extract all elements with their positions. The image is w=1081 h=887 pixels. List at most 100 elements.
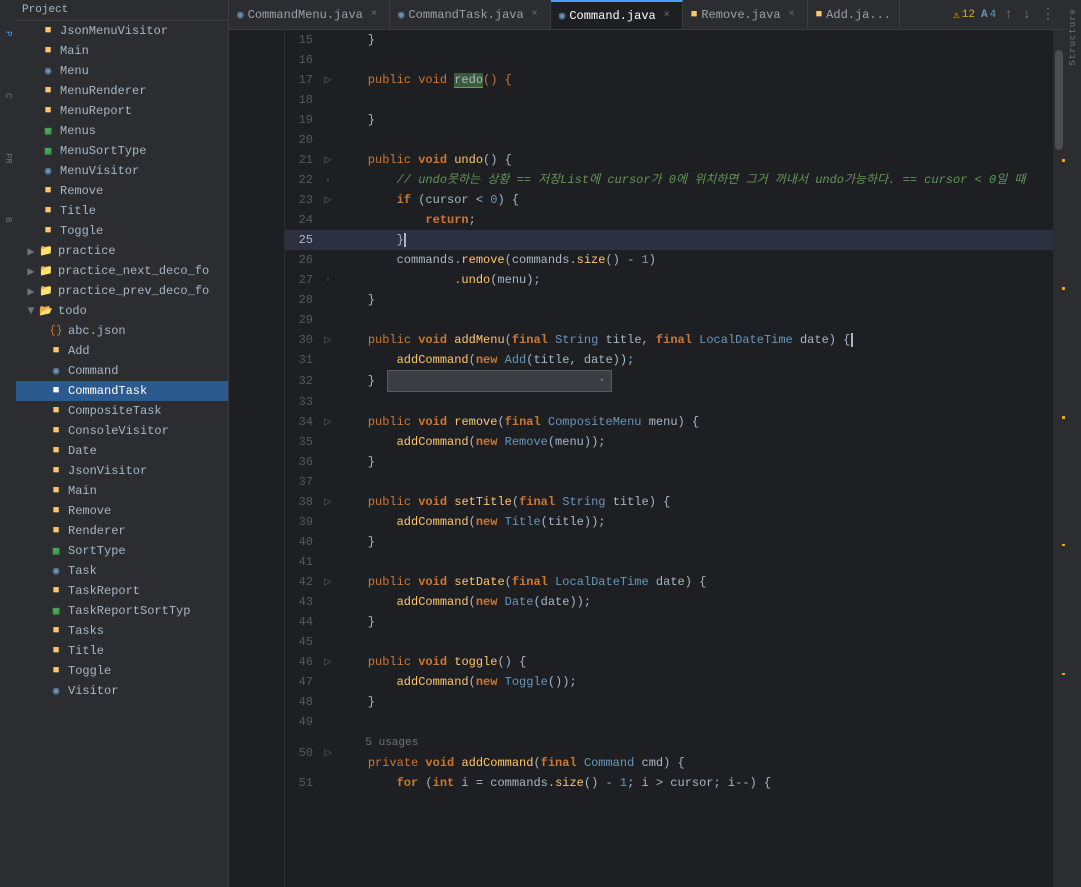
- line-content: [335, 310, 1053, 330]
- scrollbar-thumb[interactable]: [1055, 50, 1063, 150]
- tree-item-practice[interactable]: ▶ 📁 practice: [16, 241, 228, 261]
- line-content: }: [335, 612, 1053, 632]
- line-content: }: [335, 532, 1053, 552]
- fold-gutter: [321, 110, 335, 130]
- fold-gutter: [321, 472, 335, 492]
- tree-item-remove2[interactable]: ■ Remove: [16, 501, 228, 521]
- warning-badge[interactable]: ⚠ 12: [953, 8, 975, 22]
- tree-item-title[interactable]: ■ Title: [16, 201, 228, 221]
- line-content: [335, 130, 1053, 150]
- line-content: public void setDate(final LocalDateTime …: [335, 572, 1053, 592]
- line-num: 16: [285, 50, 321, 70]
- line-content: addCommand(new Remove(menu));: [335, 432, 1053, 452]
- fold-gutter: [321, 50, 335, 70]
- line-num: 33: [285, 392, 321, 412]
- tab-command[interactable]: ◉ Command.java ×: [551, 0, 683, 30]
- tree-item-menureport[interactable]: ■ MenuReport: [16, 101, 228, 121]
- tree-item-abc-json[interactable]: {} abc.json: [16, 321, 228, 341]
- line-row: 47 addCommand(new Toggle());: [285, 672, 1053, 692]
- tab-commandmenu[interactable]: ◉ CommandMenu.java ×: [229, 0, 390, 30]
- interface-icon: ◉: [48, 363, 64, 379]
- commit-panel-toggle[interactable]: C: [1, 66, 15, 126]
- tree-item-add[interactable]: ■ Add: [16, 341, 228, 361]
- line-row: 43 addCommand(new Date(date));: [285, 592, 1053, 612]
- tree-item-menu[interactable]: ◉ Menu: [16, 61, 228, 81]
- line-row: 36 }: [285, 452, 1053, 472]
- tree-item-main2[interactable]: ■ Main: [16, 481, 228, 501]
- tree-item-compositetask[interactable]: ■ CompositeTask: [16, 401, 228, 421]
- fold-gutter: [321, 230, 335, 250]
- tab-close-remove[interactable]: ×: [785, 8, 799, 22]
- line-row: 23 ▷ if (cursor < 0) {: [285, 190, 1053, 210]
- tree-item-commandtask[interactable]: ■ CommandTask: [16, 381, 228, 401]
- tab-label-remove: Remove.java: [701, 8, 780, 22]
- item-label: MenuRenderer: [60, 84, 146, 98]
- line-row: 17 ▷ public void redo() {: [285, 70, 1053, 90]
- item-label: Tasks: [68, 624, 104, 638]
- tab-close-commandtask[interactable]: ×: [528, 8, 542, 22]
- tab-icon-command: ◉: [559, 9, 566, 23]
- project-panel-toggle[interactable]: P: [1, 4, 15, 64]
- line-num: 24: [285, 210, 321, 230]
- line-content: public void remove(final CompositeMenu m…: [335, 412, 1053, 432]
- tree-item-taskreport[interactable]: ■ TaskReport: [16, 581, 228, 601]
- more-options-button[interactable]: ⋮: [1039, 6, 1057, 23]
- item-label: Title: [60, 204, 96, 218]
- fold-gutter: ▷: [321, 652, 335, 672]
- tab-label-command: Command.java: [569, 9, 655, 23]
- line-row: 51 for (int i = commands.size() - 1; i >…: [285, 773, 1053, 793]
- tree-item-task[interactable]: ◉ Task: [16, 561, 228, 581]
- item-label: todo: [58, 304, 87, 318]
- line-row: 34 ▷ public void remove(final CompositeM…: [285, 412, 1053, 432]
- tree-item-taskreportsorttyp[interactable]: ▦ TaskReportSortTyp: [16, 601, 228, 621]
- tree-item-toggle2[interactable]: ■ Toggle: [16, 661, 228, 681]
- class-icon: ■: [48, 523, 64, 539]
- tree-item-visitor[interactable]: ◉ Visitor: [16, 681, 228, 701]
- line-num: 28: [285, 290, 321, 310]
- tree-item-date[interactable]: ■ Date: [16, 441, 228, 461]
- tree-item-jsonvisitor[interactable]: ■ JsonVisitor: [16, 461, 228, 481]
- tree-item-toggle[interactable]: ■ Toggle: [16, 221, 228, 241]
- nav-up-button[interactable]: ↑: [1002, 7, 1014, 23]
- tree-item-main[interactable]: ■ Main: [16, 41, 228, 61]
- tree-item-menurenderer[interactable]: ■ MenuRenderer: [16, 81, 228, 101]
- tree-item-consolevisitor[interactable]: ■ ConsoleVisitor: [16, 421, 228, 441]
- tree-item-todo[interactable]: ▼ 📂 todo: [16, 301, 228, 321]
- tree-item-menusorttype[interactable]: ▦ MenuSortType: [16, 141, 228, 161]
- pull-requests-toggle[interactable]: PR: [1, 128, 15, 188]
- structure-panel-toggle[interactable]: Structure: [1066, 0, 1080, 74]
- line-num-current: 25: [285, 230, 321, 250]
- line-num: 40: [285, 532, 321, 552]
- line-content: }: [335, 692, 1053, 712]
- tree-item-remove[interactable]: ■ Remove: [16, 181, 228, 201]
- item-label: SortType: [68, 544, 126, 558]
- line-content: public void redo() {: [335, 70, 1053, 90]
- nav-down-button[interactable]: ↓: [1021, 7, 1033, 23]
- tree-item-practice-next[interactable]: ▶ 📁 practice_next_deco_fo: [16, 261, 228, 281]
- tree-item-command[interactable]: ◉ Command: [16, 361, 228, 381]
- right-scrollbar[interactable]: [1053, 30, 1065, 887]
- tab-add[interactable]: ■ Add.ja...: [808, 0, 900, 30]
- line-row: 24 return;: [285, 210, 1053, 230]
- tree-item-practice-prev[interactable]: ▶ 📁 practice_prev_deco_fo: [16, 281, 228, 301]
- item-label: Visitor: [68, 684, 118, 698]
- tree-item-jsonmenuvisitor[interactable]: ■ JsonMenuVisitor: [16, 21, 228, 41]
- tree-item-renderer[interactable]: ■ Renderer: [16, 521, 228, 541]
- line-content: public void addMenu(final String title, …: [335, 330, 1053, 350]
- tab-commandtask[interactable]: ◉ CommandTask.java ×: [390, 0, 551, 30]
- main-content: ◉ CommandMenu.java × ◉ CommandTask.java …: [229, 0, 1065, 887]
- tree-item-menuvisitor[interactable]: ◉ MenuVisitor: [16, 161, 228, 181]
- bookmarks-toggle[interactable]: B: [1, 190, 15, 250]
- info-badge[interactable]: A 4: [981, 9, 996, 21]
- tab-close-commandmenu[interactable]: ×: [367, 8, 381, 22]
- code-editor[interactable]: 15 } 16 17 ▷ public void: [285, 30, 1053, 887]
- line-row: 40 }: [285, 532, 1053, 552]
- tree-item-tasks[interactable]: ■ Tasks: [16, 621, 228, 641]
- tree-item-sorttype[interactable]: ▦ SortType: [16, 541, 228, 561]
- tab-close-command[interactable]: ×: [660, 9, 674, 23]
- tree-item-menus[interactable]: ▦ Menus: [16, 121, 228, 141]
- line-row: 30 ▷ public void addMenu(final String ti…: [285, 330, 1053, 350]
- tab-remove[interactable]: ■ Remove.java ×: [683, 0, 808, 30]
- tree-item-title2[interactable]: ■ Title: [16, 641, 228, 661]
- line-row: 18: [285, 90, 1053, 110]
